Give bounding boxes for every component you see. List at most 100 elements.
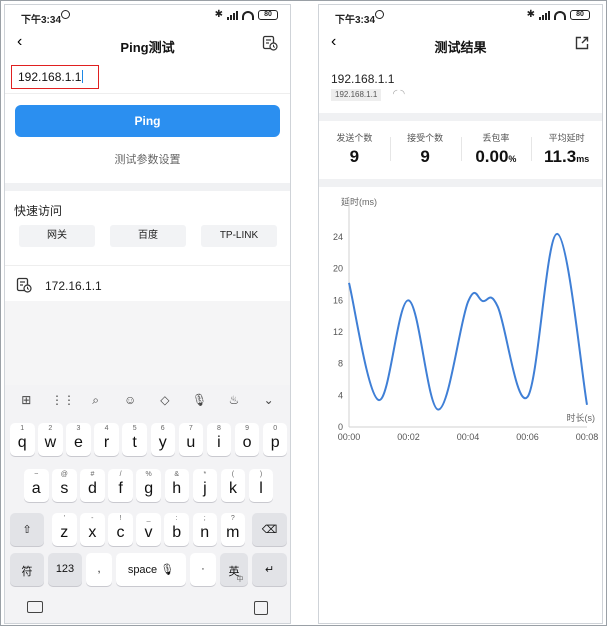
title-bar: ‹ Ping测试 [5,27,290,61]
symbol-key[interactable]: 符 [10,553,44,586]
skin-icon[interactable]: ♨ [224,393,244,411]
status-bar: 下午3:34 ✱ 80 [5,5,290,27]
key-d[interactable]: # d [80,469,105,502]
key-x[interactable]: -x [80,513,105,546]
key-hint: 4 [104,425,109,432]
collapse-keyboard-icon[interactable]: ⌄ [259,393,279,411]
key-i[interactable]: 8i [206,423,232,456]
key-q[interactable]: 1q [10,423,35,456]
history-item-icon [16,277,32,293]
key-label: o [242,434,252,451]
y-tick-label: 16 [333,295,343,305]
ping-test-screen: 下午3:34 ✱ 80 ‹ Ping测试 192.168.1.1 Ping 测试 [4,4,291,624]
y-tick-label: 8 [338,359,343,369]
key-y[interactable]: 6y [150,423,175,456]
key-l[interactable]: ) l [248,469,274,502]
section-separator [319,113,602,121]
space-key[interactable]: space 🎙 [116,553,186,586]
section-separator [5,183,290,191]
key-k[interactable]: (k [220,469,246,502]
key-v[interactable]: _ v [136,513,161,546]
key-z[interactable]: ' z [52,513,77,546]
key-a[interactable]: ~ a [24,469,49,502]
microphone-icon[interactable]: 🎙 [189,393,209,411]
key-hint: ) [259,471,263,478]
key-label: d [87,480,97,497]
search-icon[interactable]: ⌕ [86,393,106,411]
backspace-key[interactable]: ⌫ [252,513,287,546]
quick-tplink-button[interactable]: TP-LINK [201,225,277,247]
key-o[interactable]: 9o [234,423,260,456]
key-c[interactable]: ! c [108,513,133,546]
y-tick-label: 24 [333,232,343,242]
key-h[interactable]: & h [164,469,189,502]
ping-button[interactable]: Ping [15,105,280,137]
key-label: w [44,434,57,451]
quick-access-row: 网关 百度 TP-LINK [19,225,277,247]
key-r[interactable]: 4r [94,423,119,456]
key-hint: * [203,471,207,478]
status-bar: 下午3:34 ✱ 80 [319,5,602,27]
shift-key[interactable]: ⇧ [10,513,44,546]
key-label: ⇧ [22,524,32,536]
key-hint: 7 [188,425,193,432]
comma-key[interactable]: , [86,553,112,586]
key-w[interactable]: 2w [38,423,63,456]
cursor-move-icon[interactable]: ◇ [155,393,175,411]
key-e[interactable]: 3e [66,423,91,456]
quick-baidu-button[interactable]: 百度 [110,225,186,247]
key-hint: ! [119,515,122,522]
key-u[interactable]: 7u [178,423,204,456]
signal-icon [539,10,550,20]
status-time: 下午3:34 [335,15,376,26]
keyboard-toolbar: ⊞ ⋮⋮ ⌕ ☺ ◇ 🎙 ♨ ⌄ [5,393,290,411]
loading-spinner-icon: ◜ ◝ [393,88,405,100]
key-hint: 中 [236,576,244,583]
key-label: c [116,524,125,541]
key-hint: / [119,471,122,478]
alarm-icon [61,10,70,19]
key-label: l [259,480,263,497]
stat-value: 9 [349,147,360,166]
key-t[interactable]: 5t [122,423,147,456]
number-key[interactable]: 123 [48,553,82,586]
grid-menu-icon[interactable]: ⊞ [16,393,36,411]
keypad-icon[interactable]: ⋮⋮ [51,393,75,411]
page-title: 测试结果 [434,40,487,55]
period-key[interactable]: · [190,553,216,586]
key-s[interactable]: @ s [52,469,77,502]
ip-input-value: 192.168.1.1 [18,70,82,84]
key-j[interactable]: * j [192,469,218,502]
key-n[interactable]: ; n [192,513,217,546]
screenshot-frame: 下午3:34 ✱ 80 ‹ Ping测试 192.168.1.1 Ping 测试 [0,0,607,626]
section-separator [319,179,602,187]
test-params-link[interactable]: 测试参数设置 [5,151,290,167]
stat-value: 9 [420,147,430,166]
y-tick-label: 4 [338,390,343,400]
stat-received: 接受个数 9 [389,131,461,171]
key-hint: ; [203,515,206,522]
history-record-icon[interactable] [262,35,278,51]
key-hint: ( [231,471,235,478]
battery-icon: 80 [570,10,590,20]
history-ip-item[interactable]: 172.16.1.1 [45,279,102,293]
key-g[interactable]: % g [136,469,161,502]
stat-label: 接受个数 [407,133,444,143]
key-f[interactable]: / f [108,469,133,502]
language-switch-key[interactable]: 英中 [220,553,248,586]
key-m[interactable]: ? m [220,513,246,546]
enter-key[interactable]: ↵ [252,553,287,586]
stat-loss-rate: 丢包率 0.00% [460,131,532,171]
ip-address-input[interactable]: 192.168.1.1 [11,65,99,89]
emoji-icon[interactable]: ☺ [120,393,140,411]
share-export-icon[interactable] [574,35,590,51]
page-title: Ping测试 [120,40,175,55]
key-label: ↵ [264,564,275,576]
key-hint: 0 [273,425,278,432]
keyboard-switch-icon[interactable] [27,601,43,613]
quick-gateway-button[interactable]: 网关 [19,225,95,247]
key-b[interactable]: :b [164,513,189,546]
clipboard-icon[interactable] [254,601,268,615]
wifi-icon [242,10,254,20]
key-p[interactable]: 0p [262,423,288,456]
